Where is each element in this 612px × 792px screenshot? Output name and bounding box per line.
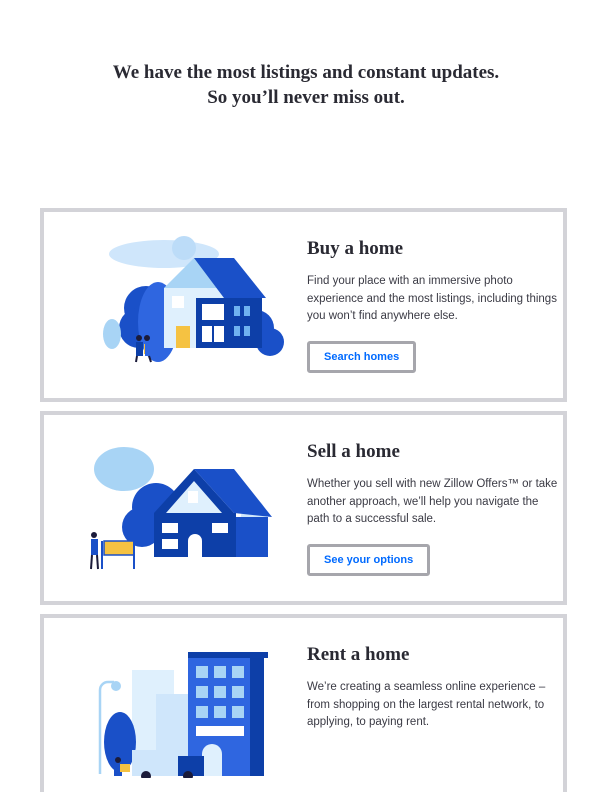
page-headline: We have the most listings and constant u… <box>0 60 612 110</box>
rent-home-card: Rent a home We’re creating a seamless on… <box>40 614 567 792</box>
card-title: Sell a home <box>307 441 400 462</box>
card-description: Find your place with an immersive photo … <box>307 275 557 322</box>
search-homes-button[interactable]: Search homes <box>307 341 417 373</box>
card-title: Rent a home <box>307 644 410 665</box>
card-title: Buy a home <box>307 238 404 259</box>
see-your-options-button[interactable]: See your options <box>307 544 431 576</box>
rent-home-illustration <box>98 652 268 778</box>
sell-home-card: Sell a home Whether you sell with new Zi… <box>40 411 567 605</box>
headline-line-2: So you’ll never miss out. <box>207 87 405 108</box>
headline-line-1: We have the most listings and constant u… <box>112 62 500 83</box>
card-description: We’re creating a seamless online experie… <box>307 681 546 728</box>
buy-home-card: Buy a home Find your place with an immer… <box>40 208 567 402</box>
sell-home-illustration <box>90 447 272 570</box>
card-description: Whether you sell with new Zillow Offers™… <box>307 478 558 525</box>
buy-home-illustration <box>103 236 284 363</box>
